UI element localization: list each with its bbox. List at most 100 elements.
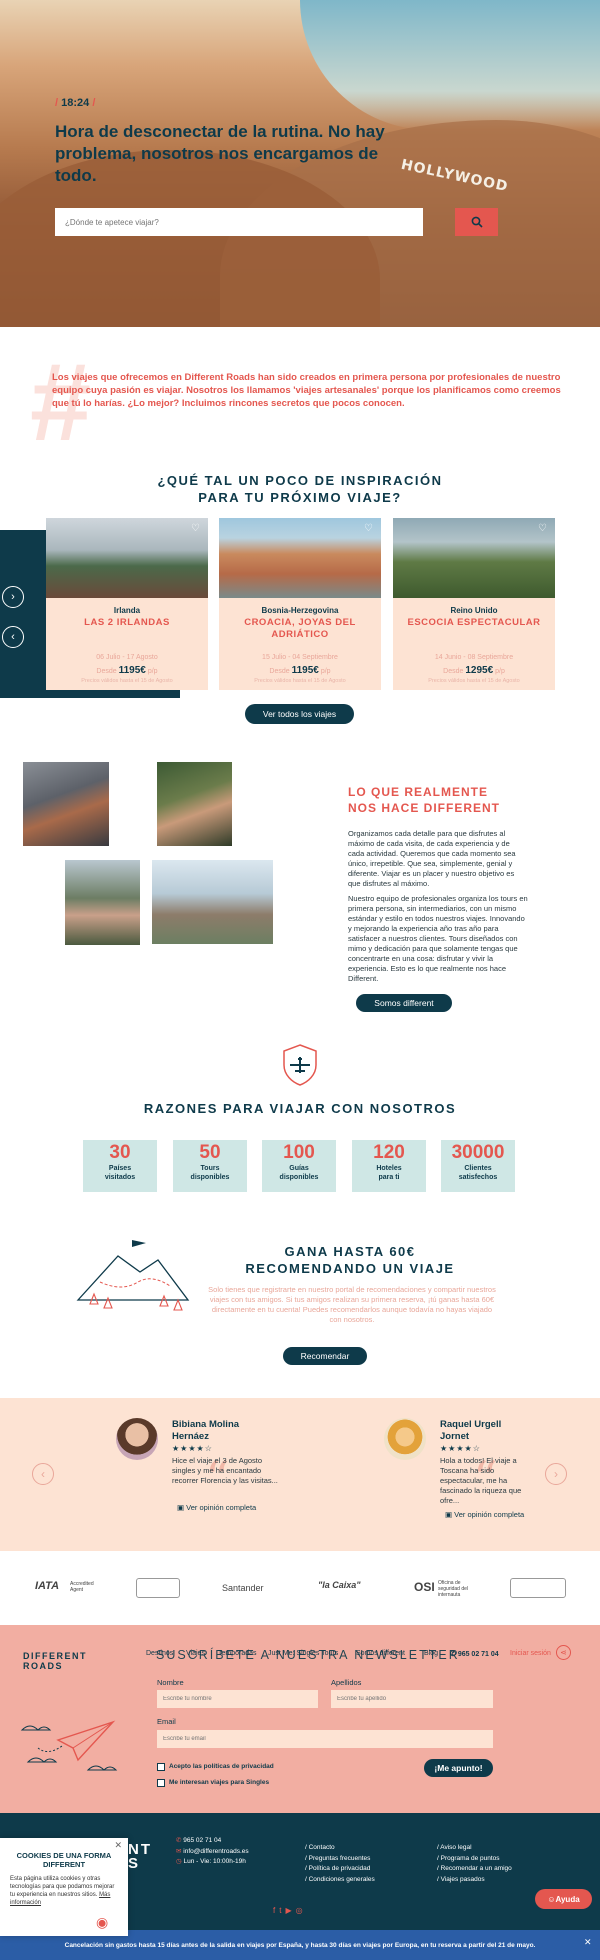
cancellation-notice: Cancelación sin gastos hasta 15 días ant… — [64, 1941, 536, 1949]
plane-shield-icon — [281, 1043, 319, 1087]
testimonial-name: Raquel Urgell Jornet — [440, 1419, 502, 1442]
heart-icon[interactable]: ♡ — [364, 523, 373, 534]
chevron-left-icon: ‹ — [41, 1467, 45, 1481]
trip-image — [219, 518, 381, 598]
trip-country: Reino Unido — [450, 606, 498, 615]
testimonial-next-button[interactable]: › — [545, 1463, 567, 1485]
different-title: LO QUE REALMENTE NOS HACE DIFFERENT — [348, 785, 501, 815]
somos-different-button[interactable]: Somos different — [356, 994, 452, 1012]
footer-link[interactable]: / Preguntas frecuentes — [305, 1854, 375, 1865]
close-banner-button[interactable]: ✕ — [584, 1937, 592, 1948]
footer-link[interactable]: / Viajes pasados — [437, 1875, 512, 1886]
youtube-icon[interactable]: ▶ — [285, 1906, 295, 1915]
surname-field[interactable] — [331, 1690, 493, 1708]
stat-number: 30000 — [451, 1142, 505, 1163]
trip-price: Desde 1195€ p/p — [269, 665, 331, 676]
recommend-button[interactable]: Recomendar — [283, 1347, 367, 1365]
hero-headline: Hora de desconectar de la rutina. No hay… — [55, 122, 385, 185]
avatar — [384, 1418, 426, 1460]
view-all-trips-button[interactable]: Ver todos los viajes — [245, 704, 354, 724]
stat-label: visitados — [104, 1174, 136, 1181]
osi-caption: Oficina de seguridad del internauta — [438, 1580, 469, 1598]
name-label: Nombre — [157, 1678, 184, 1687]
stat-card: 30000 Clientes satisfechos — [441, 1140, 515, 1192]
login-link[interactable]: Iniciar sesión — [510, 1650, 551, 1657]
privacy-label: Acepto las políticas de privacidad — [169, 1763, 274, 1770]
search-button[interactable] — [455, 208, 498, 236]
help-button[interactable]: ☺ Ayuda — [535, 1889, 592, 1909]
privacy-checkbox[interactable] — [157, 1763, 165, 1771]
singles-checkbox[interactable] — [157, 1779, 165, 1787]
hero-time: / 18:24 / — [55, 97, 96, 109]
trip-card[interactable]: ♡ Irlanda LAS 2 IRLANDAS 06 Julio - 17 A… — [46, 518, 208, 690]
email-label: Email — [157, 1717, 176, 1726]
trip-dates: 06 Julio - 17 Agosto — [96, 654, 158, 661]
hero-section: HOLLYWOOD / 18:24 / Hora de desconectar … — [0, 0, 600, 327]
stat-number: 50 — [199, 1142, 221, 1163]
email-field[interactable] — [157, 1730, 493, 1748]
reasons-title: RAZONES PARA VIAJAR CON NOSOTROS — [143, 1101, 457, 1116]
trip-image — [393, 518, 555, 598]
instagram-icon[interactable]: ◎ — [296, 1906, 307, 1915]
trip-name: LAS 2 IRLANDAS — [84, 617, 170, 628]
document-icon: ▣ — [177, 1503, 187, 1512]
paper-plane-illustration — [18, 1700, 123, 1785]
certification-logo — [510, 1578, 566, 1598]
footer-link[interactable]: / Política de privacidad — [305, 1864, 375, 1875]
stat-label: satisfechos — [458, 1174, 498, 1181]
stat-label: Tours — [200, 1165, 220, 1172]
trip-country: Bosnia-Herzegovina — [261, 606, 339, 615]
newsletter-title: SUSCRÍBETE A NUESTRA NEWSLETTER — [156, 1648, 460, 1662]
stat-label: Guías — [289, 1165, 309, 1172]
trip-card[interactable]: ♡ Bosnia-Herzegovina CROACIA, JOYAS DEL … — [219, 518, 381, 690]
osi-logo: OSI — [414, 1580, 435, 1594]
view-review-link[interactable]: ▣ Ver opinión completa — [445, 1510, 524, 1519]
search-input[interactable] — [55, 208, 423, 236]
footer-link[interactable]: / Programa de puntos — [437, 1854, 512, 1865]
subscribe-button[interactable]: ¡Me apunto! — [424, 1759, 493, 1777]
cookie-popup: ✕ COOKIES DE UNA FORMA DIFFERENT Esta pág… — [0, 1838, 128, 1936]
trip-card[interactable]: ♡ Reino Unido ESCOCIA ESPECTACULAR 14 Ju… — [393, 518, 555, 690]
contact-info: ✆ 965 02 71 04 ✉ info@differentroads.es … — [176, 1837, 249, 1865]
referral-text: Solo tienes que registrarte en nuestro p… — [208, 1285, 496, 1324]
footer-links-col2: / Aviso legal / Programa de puntos / Rec… — [437, 1843, 512, 1885]
certification-logo — [136, 1578, 180, 1598]
stat-card: 100 Guías disponibles — [262, 1140, 336, 1192]
testimonial-prev-button[interactable]: ‹ — [32, 1463, 54, 1485]
la-caixa-logo: "la Caixa" — [318, 1580, 361, 1590]
site-logo[interactable]: DIFFERENT ROADS — [23, 1651, 87, 1671]
heart-icon[interactable]: ♡ — [191, 523, 200, 534]
trip-price: Desde 1195€ p/p — [96, 665, 158, 676]
trip-note: Precios válidos hasta el 15 de Agosto — [428, 678, 520, 684]
stat-label: Clientes — [464, 1165, 492, 1172]
trip-price: Desde 1295€ p/p — [443, 665, 505, 676]
stat-label: Países — [108, 1165, 132, 1172]
singles-label: Me interesan viajes para Singles — [169, 1779, 270, 1786]
chevron-right-icon: › — [11, 591, 15, 603]
team-photo — [152, 860, 273, 944]
close-cookie-button[interactable]: ✕ — [114, 1840, 122, 1851]
carousel-prev-button[interactable]: ‹ — [2, 626, 24, 648]
trip-note: Precios válidos hasta el 15 de Agosto — [254, 678, 346, 684]
intro-text: Los viajes que ofrecemos en Different Ro… — [52, 372, 561, 409]
stat-label: Hoteles — [376, 1165, 402, 1172]
testimonial-text: Hola a todos! El viaje a Toscana ha sido… — [440, 1456, 522, 1505]
search-icon — [471, 216, 483, 228]
footer-link[interactable]: / Recomendar a un amigo — [437, 1864, 512, 1875]
share-button[interactable]: ⋖ — [556, 1645, 571, 1660]
footer-link[interactable]: / Contacto — [305, 1843, 375, 1854]
trip-dates: 14 Junio - 08 Septiembre — [434, 654, 514, 661]
name-field[interactable] — [157, 1690, 318, 1708]
cookie-title: COOKIES DE UNA FORMA DIFFERENT — [16, 1851, 112, 1869]
footer-link[interactable]: / Condiciones generales — [305, 1875, 375, 1886]
carousel-next-button[interactable]: › — [2, 586, 24, 608]
mountain-flag-illustration — [70, 1238, 195, 1324]
footer-link[interactable]: / Aviso legal — [437, 1843, 512, 1854]
view-review-link[interactable]: ▣ Ver opinión completa — [177, 1503, 256, 1512]
document-icon: ▣ — [445, 1510, 455, 1519]
heart-icon[interactable]: ♡ — [538, 523, 547, 534]
trip-name: CROACIA, JOYAS DEL ADRIÁTICO — [244, 617, 356, 640]
inspiration-title: ¿QUÉ TAL UN POCO DE INSPIRACIÓN PARA TU P… — [157, 473, 443, 505]
cookie-text: Esta página utiliza cookies y otras tecn… — [10, 1876, 115, 1906]
footer-logo[interactable]: NT S — [128, 1842, 152, 1871]
